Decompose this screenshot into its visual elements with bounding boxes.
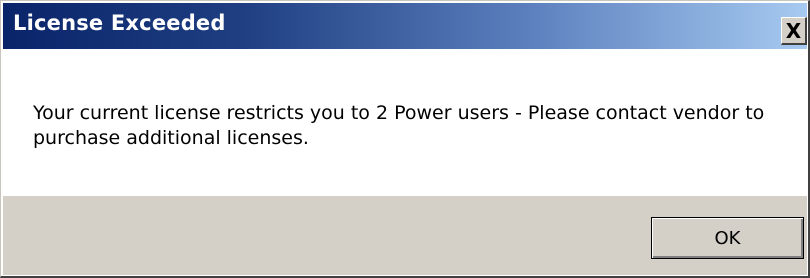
dialog-title: License Exceeded [13,11,226,35]
ok-button[interactable]: OK [651,217,804,259]
title-bar[interactable]: License Exceeded X [3,3,807,49]
ok-button-label: OK [714,227,741,249]
close-icon: X [785,18,802,43]
dialog-content: Your current license restricts you to 2 … [3,49,807,196]
button-bar: OK [3,196,807,275]
license-exceeded-dialog: License Exceeded X Your current license … [0,0,810,278]
dialog-message: Your current license restricts you to 2 … [33,102,765,149]
close-button[interactable]: X [781,17,807,45]
